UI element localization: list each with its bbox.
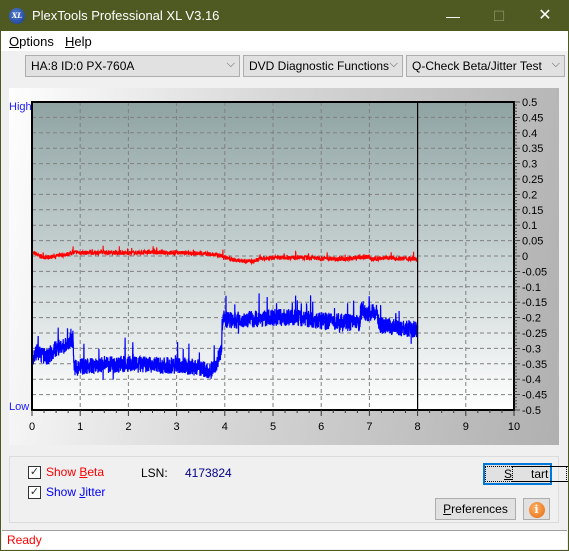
y-tick-label: 0.5 bbox=[522, 97, 537, 109]
y-tick-label: -0.45 bbox=[522, 390, 547, 402]
chevron-down-icon: ⌵ bbox=[226, 58, 235, 70]
x-tick-label: 9 bbox=[463, 421, 469, 433]
x-tick-label: 1 bbox=[77, 421, 83, 433]
test-select-value: Q-Check Beta/Jitter Test bbox=[412, 59, 542, 73]
lsn-value: 4173824 bbox=[185, 466, 232, 480]
options-group: ✓ Show Beta ✓ Show Jitter LSN: 4173824 S… bbox=[9, 456, 569, 523]
app-window: XL PlexTools Professional XL V3.16 — ☐ ✕… bbox=[0, 0, 569, 551]
x-tick-label: 0 bbox=[29, 421, 35, 433]
y-tick-label: 0.1 bbox=[522, 220, 537, 232]
y-tick-label: -0.3 bbox=[522, 343, 541, 355]
y-tick-label: 0.05 bbox=[522, 236, 543, 248]
chevron-down-icon: ⌵ bbox=[551, 58, 560, 70]
y-tick-label: -0.35 bbox=[522, 359, 547, 371]
check-icon[interactable]: ✓ bbox=[28, 486, 41, 499]
toolbar: HA:8 ID:0 PX-760A ⌵ DVD Diagnostic Funct… bbox=[1, 51, 568, 81]
x-tick-label: 6 bbox=[318, 421, 324, 433]
function-select[interactable]: DVD Diagnostic Functions ⌵ bbox=[243, 55, 403, 77]
x-tick-label: 5 bbox=[270, 421, 276, 433]
menu-help-accel: H bbox=[65, 34, 75, 49]
function-select-value: DVD Diagnostic Functions bbox=[249, 59, 390, 73]
y-tick-label: -0.2 bbox=[522, 313, 541, 325]
menu-help-label: elp bbox=[74, 34, 92, 49]
chevron-down-icon: ⌵ bbox=[389, 58, 398, 70]
start-button[interactable]: Start bbox=[483, 463, 569, 485]
lsn-label: LSN: bbox=[141, 466, 168, 480]
y-tick-label: 0.2 bbox=[522, 189, 537, 201]
show-jitter-label: Show Jitter bbox=[46, 485, 106, 499]
info-button[interactable]: i bbox=[523, 498, 550, 520]
y-tick-label: 0.25 bbox=[522, 174, 543, 186]
window-title: PlexTools Professional XL V3.16 bbox=[32, 8, 220, 23]
drive-select[interactable]: HA:8 ID:0 PX-760A ⌵ bbox=[25, 55, 240, 77]
menu-help[interactable]: Help bbox=[65, 34, 92, 49]
show-beta-label: Show Beta bbox=[46, 465, 105, 479]
y-tick-label: -0.1 bbox=[522, 282, 541, 294]
menu-options[interactable]: Options bbox=[9, 34, 54, 49]
minimize-button[interactable]: — bbox=[430, 1, 476, 31]
drive-select-value: HA:8 ID:0 PX-760A bbox=[31, 59, 135, 73]
x-tick-label: 8 bbox=[415, 421, 421, 433]
y-tick-label: 0.35 bbox=[522, 143, 543, 155]
y-tick-label: 0.45 bbox=[522, 112, 543, 124]
x-tick-label: 2 bbox=[125, 421, 131, 433]
y-tick-label: 0.3 bbox=[522, 159, 537, 171]
test-select[interactable]: Q-Check Beta/Jitter Test ⌵ bbox=[406, 55, 565, 77]
x-tick-label: 4 bbox=[222, 421, 228, 433]
info-icon: i bbox=[528, 502, 545, 518]
menu-options-accel: O bbox=[9, 34, 20, 49]
y-tick-label: -0.25 bbox=[522, 328, 547, 340]
check-icon[interactable]: ✓ bbox=[28, 466, 41, 479]
maximize-button[interactable]: ☐ bbox=[476, 1, 522, 31]
x-tick-label: 3 bbox=[174, 421, 180, 433]
y-tick-label: -0.05 bbox=[522, 266, 547, 278]
x-tick-label: 7 bbox=[366, 421, 372, 433]
preferences-button[interactable]: Preferences bbox=[435, 498, 516, 520]
status-bar: Ready bbox=[2, 530, 567, 549]
y-tick-label: -0.15 bbox=[522, 297, 547, 309]
title-bar: XL PlexTools Professional XL V3.16 — ☐ ✕ bbox=[1, 1, 568, 31]
y-tick-label: -0.4 bbox=[522, 374, 541, 386]
y-tick-label: 0 bbox=[522, 251, 528, 263]
menu-bar: Options Help bbox=[1, 31, 568, 51]
close-button[interactable]: ✕ bbox=[522, 1, 568, 31]
y-tick-label: -0.5 bbox=[522, 405, 541, 417]
y-tick-label: 0.15 bbox=[522, 205, 543, 217]
y-tick-label: 0.4 bbox=[522, 128, 537, 140]
chart-panel: High Low 0 1 2 3 4 5 6 7 8 9 10 0.5 0.45 0.4 0.35 0.3 0.… bbox=[9, 88, 559, 445]
app-logo-icon: XL bbox=[9, 8, 25, 24]
status-text: Ready bbox=[7, 533, 42, 547]
menu-options-label: ptions bbox=[19, 34, 54, 49]
beta-jitter-chart: 0 1 2 3 4 5 6 7 8 9 10 0.5 0.45 0.4 0.35 0.3 0.25 0.2 0.15… bbox=[29, 97, 547, 433]
x-tick-label: 10 bbox=[508, 421, 520, 433]
